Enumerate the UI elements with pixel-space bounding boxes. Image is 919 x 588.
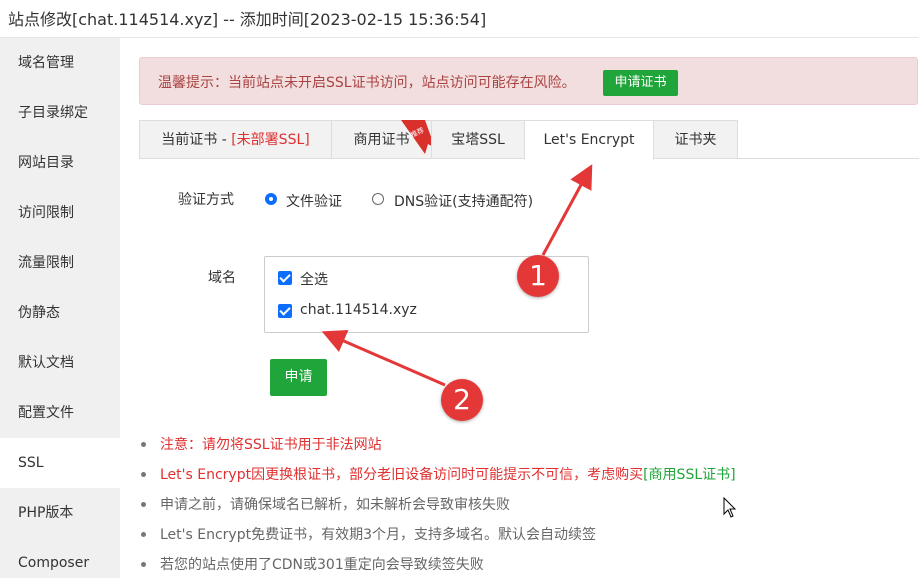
- window-title: 站点修改[chat.114514.xyz] -- 添加时间[2023-02-15…: [8, 10, 487, 29]
- tab-baota-ssl[interactable]: 宝塔SSL: [431, 120, 525, 159]
- select-all-checkbox[interactable]: [278, 271, 292, 285]
- annotation-arrow-2: [321, 329, 446, 387]
- tab-lets-encrypt[interactable]: Let's Encrypt: [524, 120, 654, 160]
- sidebar-item-access-restriction[interactable]: 访问限制: [0, 188, 120, 238]
- mouse-cursor-icon: [723, 496, 737, 518]
- dns-verify-label[interactable]: DNS验证(支持通配符): [394, 191, 533, 211]
- sidebar-item-subdirectory-binding[interactable]: 子目录绑定: [0, 88, 120, 138]
- file-verify-label[interactable]: 文件验证: [286, 191, 342, 211]
- sidebar-item-config-file[interactable]: 配置文件: [0, 388, 120, 438]
- apply-button[interactable]: 申请: [270, 359, 327, 396]
- sidebar-item-ssl[interactable]: SSL: [0, 438, 120, 488]
- tab-baota-label: 宝塔SSL: [451, 132, 505, 148]
- annotation-arrow-1: [541, 164, 593, 256]
- sidebar-item-default-document[interactable]: 默认文档: [0, 338, 120, 388]
- ssl-warning-alert: 温馨提示：当前站点未开启SSL证书访问，站点访问可能存在风险。 申请证书: [139, 57, 918, 105]
- note-text: 若您的站点使用了CDN或301重定向会导致续签失败: [160, 557, 484, 573]
- tab-certificate-folder[interactable]: 证书夹: [653, 120, 738, 159]
- tab-current-certificate-label: 当前证书 -: [161, 132, 232, 148]
- tab-ssl-status: [未部署SSL]: [231, 132, 310, 148]
- alert-text: 温馨提示：当前站点未开启SSL证书访问，站点访问可能存在风险。: [158, 75, 576, 91]
- sidebar-item-php-version[interactable]: PHP版本: [0, 488, 120, 538]
- apply-certificate-button[interactable]: 申请证书: [603, 70, 678, 96]
- verify-method-label: 验证方式: [178, 192, 234, 208]
- tab-current-certificate[interactable]: 当前证书 - [未部署SSL]: [139, 120, 332, 159]
- tab-folder-label: 证书夹: [674, 132, 717, 148]
- domain-name-label[interactable]: chat.114514.xyz: [300, 302, 417, 318]
- domain-checkbox[interactable]: [278, 304, 292, 318]
- tab-lets-encrypt-label: Let's Encrypt: [543, 132, 635, 148]
- title-bar: 站点修改[chat.114514.xyz] -- 添加时间[2023-02-15…: [0, 0, 919, 38]
- annotation-badge-2: 2: [441, 379, 483, 421]
- dns-verify-radio[interactable]: [372, 193, 384, 205]
- note-text: Let's Encrypt因更换根证书，部分老旧设备访问时可能提示不可信，考虑购…: [160, 467, 644, 483]
- sidebar-item-composer[interactable]: Composer: [0, 538, 120, 588]
- sidebar-item-domain-management[interactable]: 域名管理: [0, 38, 120, 88]
- sidebar: 域名管理 子目录绑定 网站目录 访问限制 流量限制 伪静态 默认文档 配置文件 …: [0, 38, 120, 578]
- sidebar-item-site-directory[interactable]: 网站目录: [0, 138, 120, 188]
- sidebar-item-traffic-limit[interactable]: 流量限制: [0, 238, 120, 288]
- sidebar-item-rewrite[interactable]: 伪静态: [0, 288, 120, 338]
- note-text: Let's Encrypt免费证书，有效期3个月，支持多域名。默认会自动续签: [160, 527, 596, 543]
- select-all-label[interactable]: 全选: [300, 269, 328, 289]
- file-verify-radio[interactable]: [265, 193, 277, 205]
- note-text: 注意：请勿将SSL证书用于非法网站: [160, 437, 382, 453]
- commercial-ssl-link[interactable]: [商用SSL证书]: [643, 467, 736, 483]
- domain-label: 域名: [208, 270, 236, 286]
- annotation-badge-1: 1: [517, 255, 559, 297]
- note-text: 申请之前，请确保域名已解析，如未解析会导致审核失败: [160, 497, 510, 513]
